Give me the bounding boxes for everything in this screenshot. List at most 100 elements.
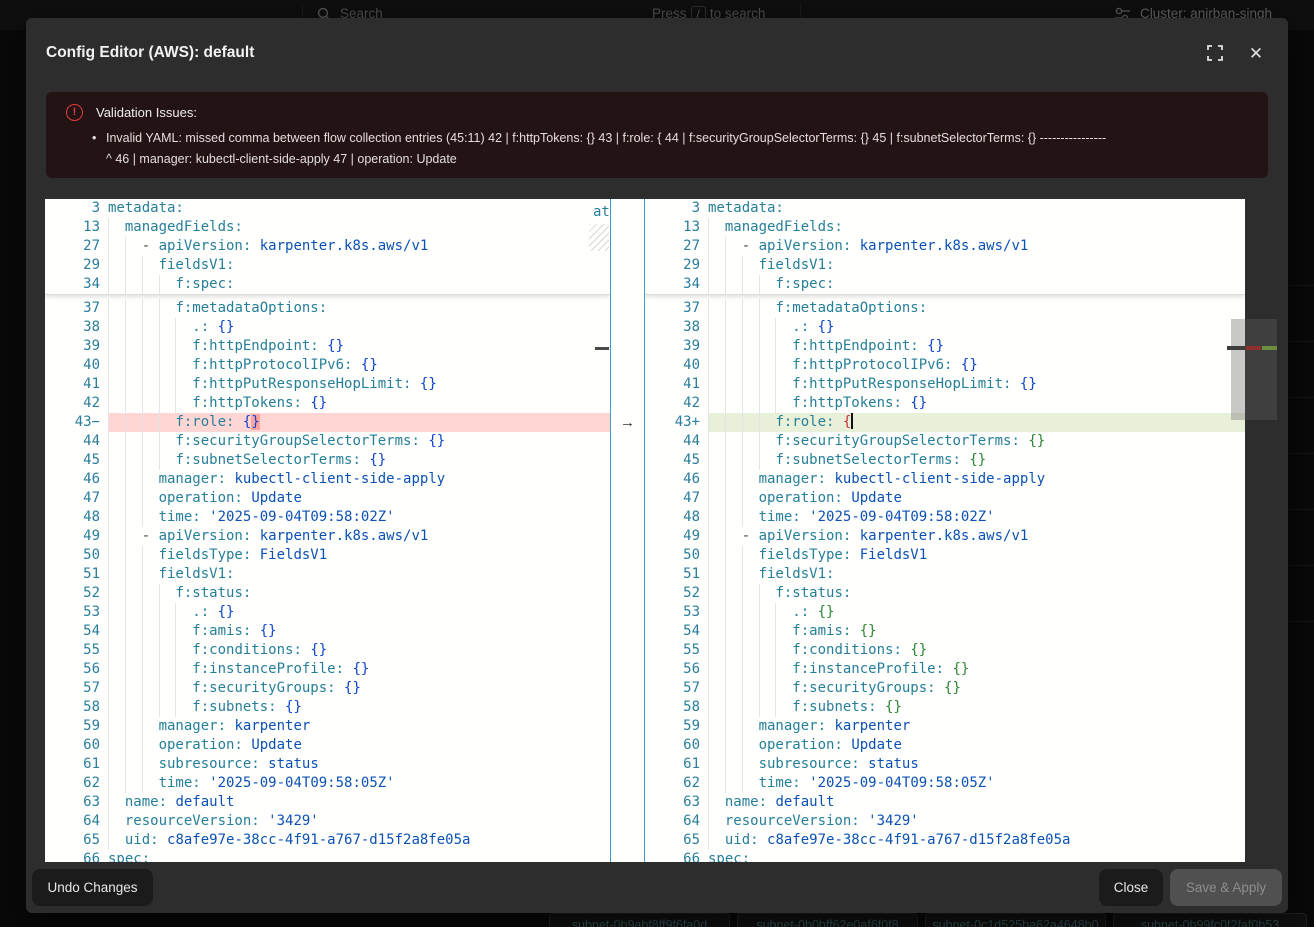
line-number: 61 <box>645 755 708 774</box>
code-line-44[interactable]: 44 f:securityGroupSelectorTerms: {} <box>45 432 610 451</box>
code-line-41[interactable]: 41 f:httpPutResponseHopLimit: {} <box>45 375 610 394</box>
code-line-60[interactable]: 60 operation: Update <box>45 736 610 755</box>
line-number: 55 <box>45 641 108 660</box>
close-button[interactable]: Close <box>1099 869 1163 906</box>
scrollbar-slider[interactable] <box>1231 319 1245 420</box>
code-line-29[interactable]: 29 fieldsV1: <box>645 256 1245 275</box>
code-line-50[interactable]: 50 fieldsType: FieldsV1 <box>45 546 610 565</box>
code-line-53[interactable]: 53 .: {} <box>45 603 610 622</box>
save-apply-button[interactable]: Save & Apply <box>1170 869 1282 906</box>
code-line-63[interactable]: 63 name: default <box>645 793 1245 812</box>
validation-title: Validation Issues: <box>96 105 197 120</box>
code-line-56[interactable]: 56 f:instanceProfile: {} <box>645 660 1245 679</box>
code-line-51[interactable]: 51 fieldsV1: <box>645 565 1245 584</box>
code-line-38[interactable]: 38 .: {} <box>645 318 1245 337</box>
code-line-46[interactable]: 46 manager: kubectl-client-side-apply <box>45 470 610 489</box>
code-line-34[interactable]: 34 f:spec: <box>645 275 1245 294</box>
line-number: 52 <box>645 584 708 603</box>
code-line-60[interactable]: 60 operation: Update <box>645 736 1245 755</box>
code-line-43[interactable]: 43+ f:role: { <box>645 413 1245 432</box>
code-line-47[interactable]: 47 operation: Update <box>645 489 1245 508</box>
code-line-59[interactable]: 59 manager: karpenter <box>45 717 610 736</box>
overview-marker-added <box>1262 346 1277 350</box>
diff-sash[interactable]: → <box>610 199 645 862</box>
code-line-40[interactable]: 40 f:httpProtocolIPv6: {} <box>45 356 610 375</box>
code-line-37[interactable]: 37 f:metadataOptions: <box>645 299 1245 318</box>
line-number: 48 <box>645 508 708 527</box>
code-line-34[interactable]: 34 f:spec: <box>45 275 610 294</box>
line-number: 54 <box>45 622 108 641</box>
line-number: 3 <box>45 199 108 218</box>
sticky-scroll-modified: 3metadata:13 managedFields:27 - apiVersi… <box>645 199 1245 295</box>
code-line-45[interactable]: 45 f:subnetSelectorTerms: {} <box>45 451 610 470</box>
text-cursor <box>851 413 853 429</box>
code-line-61[interactable]: 61 subresource: status <box>645 755 1245 774</box>
revert-change-arrow-icon[interactable]: → <box>611 413 644 432</box>
line-number: 55 <box>645 641 708 660</box>
code-line-59[interactable]: 59 manager: karpenter <box>645 717 1245 736</box>
undo-changes-button[interactable]: Undo Changes <box>32 869 153 906</box>
code-line-47[interactable]: 47 operation: Update <box>45 489 610 508</box>
code-line-52[interactable]: 52 f:status: <box>645 584 1245 603</box>
code-line-58[interactable]: 58 f:subnets: {} <box>645 698 1245 717</box>
code-line-54[interactable]: 54 f:amis: {} <box>645 622 1245 641</box>
code-line-13[interactable]: 13 managedFields: <box>645 218 1245 237</box>
code-line-55[interactable]: 55 f:conditions: {} <box>45 641 610 660</box>
line-number: 41 <box>45 375 108 394</box>
code-line-49[interactable]: 49 - apiVersion: karpenter.k8s.aws/v1 <box>45 527 610 546</box>
code-line-65[interactable]: 65 uid: c8afe97e-38cc-4f91-a767-d15f2a8f… <box>45 831 610 850</box>
code-line-57[interactable]: 57 f:securityGroups: {} <box>645 679 1245 698</box>
fullscreen-icon[interactable] <box>1207 45 1225 63</box>
code-line-44[interactable]: 44 f:securityGroupSelectorTerms: {} <box>645 432 1245 451</box>
code-line-64[interactable]: 64 resourceVersion: '3429' <box>45 812 610 831</box>
code-line-41[interactable]: 41 f:httpPutResponseHopLimit: {} <box>645 375 1245 394</box>
code-line-48[interactable]: 48 time: '2025-09-04T09:58:02Z' <box>45 508 610 527</box>
line-number: 62 <box>645 774 708 793</box>
code-line-13[interactable]: 13 managedFields: <box>45 218 610 237</box>
code-line-66[interactable]: 66spec: <box>645 850 1245 862</box>
code-line-40[interactable]: 40 f:httpProtocolIPv6: {} <box>645 356 1245 375</box>
code-line-39[interactable]: 39 f:httpEndpoint: {} <box>645 337 1245 356</box>
line-number: 37 <box>645 299 708 318</box>
code-line-3[interactable]: 3metadata: <box>645 199 1245 218</box>
code-line-46[interactable]: 46 manager: kubectl-client-side-apply <box>645 470 1245 489</box>
code-line-55[interactable]: 55 f:conditions: {} <box>645 641 1245 660</box>
line-number: 57 <box>45 679 108 698</box>
code-line-51[interactable]: 51 fieldsV1: <box>45 565 610 584</box>
code-line-63[interactable]: 63 name: default <box>45 793 610 812</box>
code-line-53[interactable]: 53 .: {} <box>645 603 1245 622</box>
code-line-45[interactable]: 45 f:subnetSelectorTerms: {} <box>645 451 1245 470</box>
page: Search Press/to search Cluster: anirban-… <box>0 0 1314 927</box>
code-line-3[interactable]: 3metadata: <box>45 199 610 218</box>
code-line-48[interactable]: 48 time: '2025-09-04T09:58:02Z' <box>645 508 1245 527</box>
code-line-27[interactable]: 27 - apiVersion: karpenter.k8s.aws/v1 <box>645 237 1245 256</box>
code-line-37[interactable]: 37 f:metadataOptions: <box>45 299 610 318</box>
code-line-65[interactable]: 65 uid: c8afe97e-38cc-4f91-a767-d15f2a8f… <box>645 831 1245 850</box>
code-line-64[interactable]: 64 resourceVersion: '3429' <box>645 812 1245 831</box>
code-line-27[interactable]: 27 - apiVersion: karpenter.k8s.aws/v1 <box>45 237 610 256</box>
code-line-38[interactable]: 38 .: {} <box>45 318 610 337</box>
diff-pane-modified[interactable]: 37 f:metadataOptions:38 .: {}39 f:httpEn… <box>645 199 1245 862</box>
code-line-49[interactable]: 49 - apiVersion: karpenter.k8s.aws/v1 <box>645 527 1245 546</box>
code-line-43[interactable]: 43− f:role: {} <box>45 413 610 432</box>
code-line-52[interactable]: 52 f:status: <box>45 584 610 603</box>
code-line-62[interactable]: 62 time: '2025-09-04T09:58:05Z' <box>645 774 1245 793</box>
code-line-66[interactable]: 66spec: <box>45 850 610 862</box>
diff-pane-original[interactable]: 37 f:metadataOptions:38 .: {}39 f:httpEn… <box>45 199 610 862</box>
code-line-61[interactable]: 61 subresource: status <box>45 755 610 774</box>
line-number: 27 <box>45 237 108 256</box>
validation-message-line1: Invalid YAML: missed comma between flow … <box>106 128 1246 149</box>
code-line-58[interactable]: 58 f:subnets: {} <box>45 698 610 717</box>
code-line-54[interactable]: 54 f:amis: {} <box>45 622 610 641</box>
line-number: 29 <box>645 256 708 275</box>
close-icon[interactable]: ✕ <box>1247 45 1265 63</box>
code-line-57[interactable]: 57 f:securityGroups: {} <box>45 679 610 698</box>
code-line-42[interactable]: 42 f:httpTokens: {} <box>45 394 610 413</box>
code-line-39[interactable]: 39 f:httpEndpoint: {} <box>45 337 610 356</box>
code-line-50[interactable]: 50 fieldsType: FieldsV1 <box>645 546 1245 565</box>
code-line-42[interactable]: 42 f:httpTokens: {} <box>645 394 1245 413</box>
code-line-29[interactable]: 29 fieldsV1: <box>45 256 610 275</box>
code-line-62[interactable]: 62 time: '2025-09-04T09:58:05Z' <box>45 774 610 793</box>
line-number: 46 <box>645 470 708 489</box>
code-line-56[interactable]: 56 f:instanceProfile: {} <box>45 660 610 679</box>
